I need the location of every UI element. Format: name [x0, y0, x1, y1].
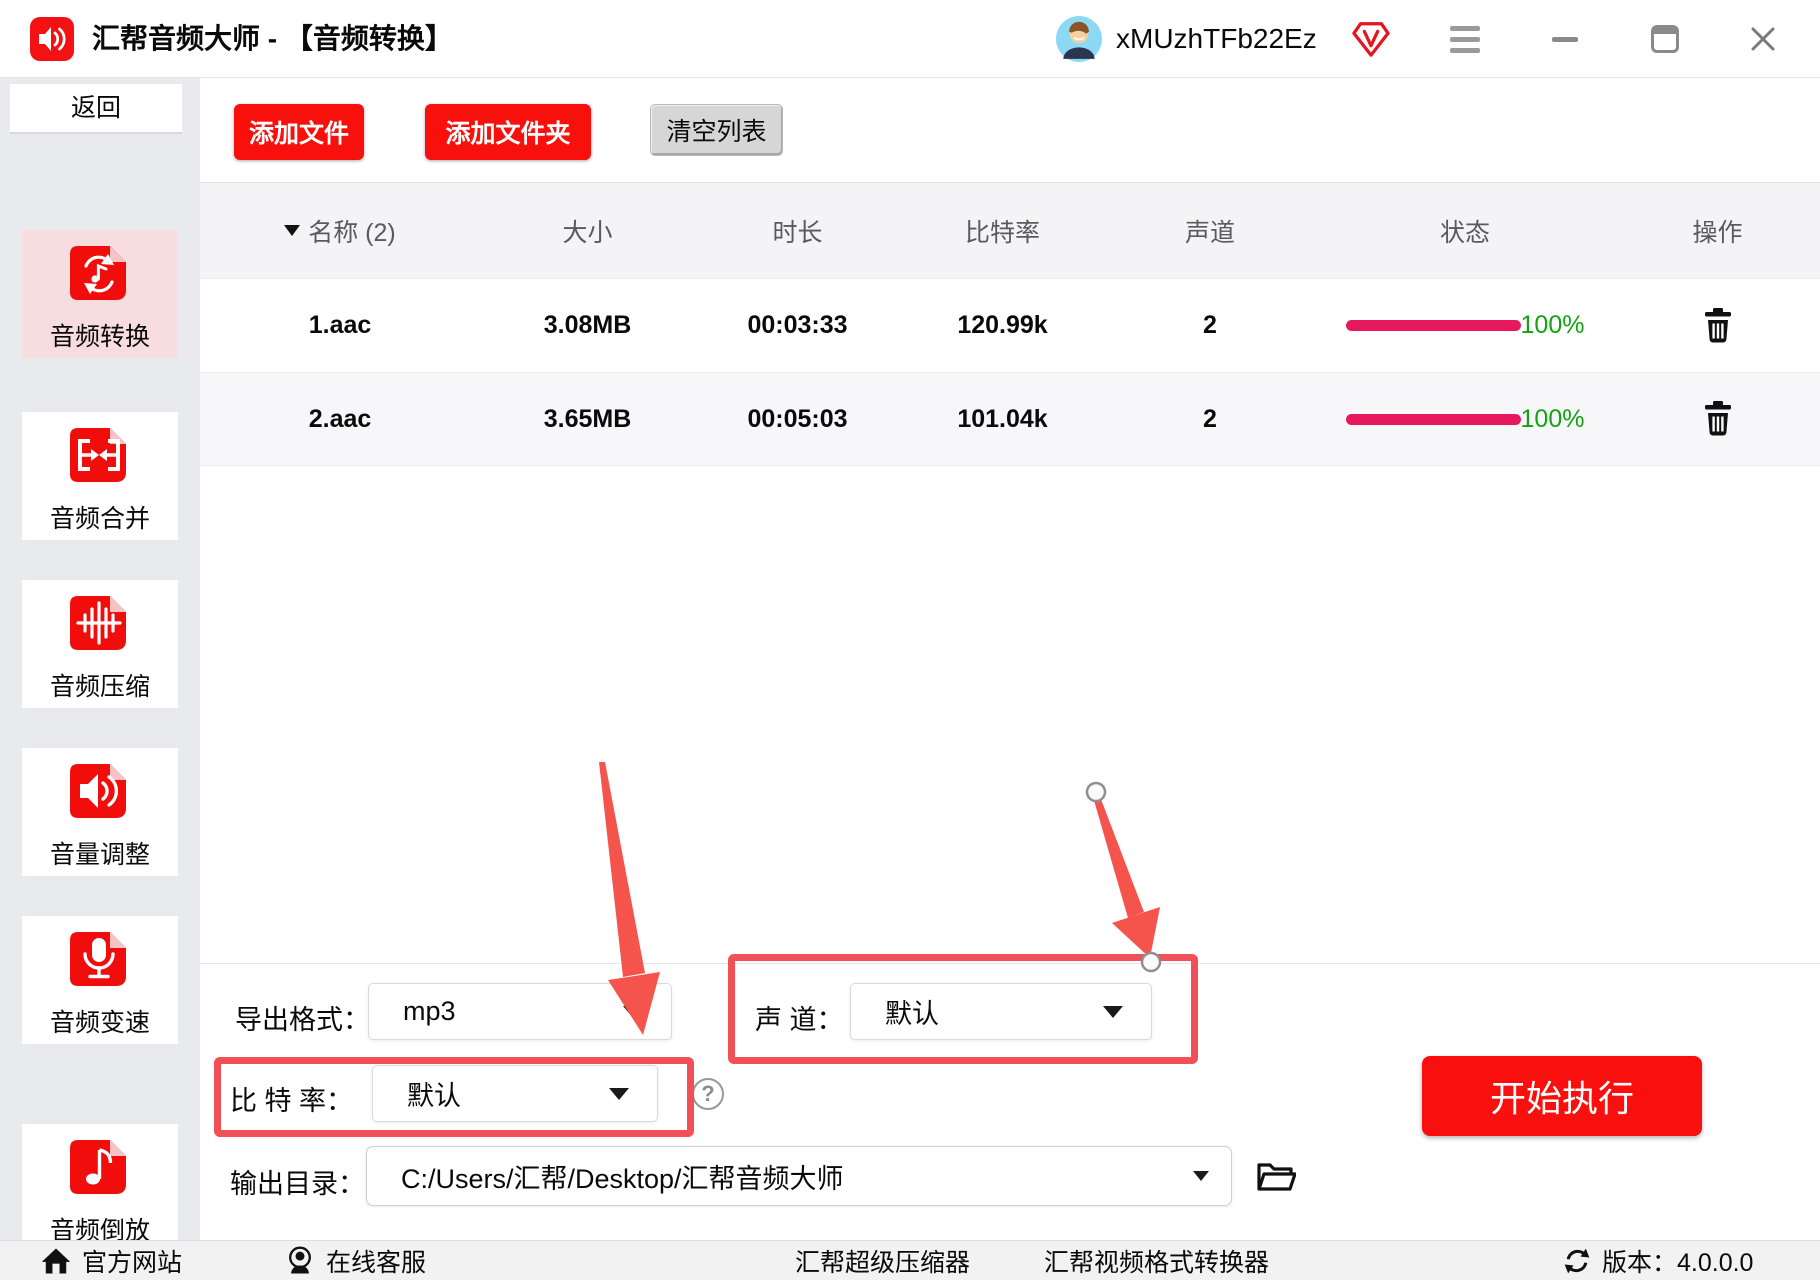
- cell-status: 100%: [1315, 311, 1615, 340]
- title-bar: 汇帮音频大师 - 【音频转换】 xMUzhTFb22Ez: [0, 0, 1820, 78]
- audio-merge-icon: [68, 424, 132, 493]
- cell-duration: 00:05:03: [695, 405, 900, 434]
- menu-icon[interactable]: [1430, 0, 1500, 78]
- status-bar: 官方网站 在线客服 汇帮超级压缩器 汇帮视频格式转换器 版本：4.0.0.0: [0, 1240, 1820, 1280]
- cell-size: 3.08MB: [480, 311, 695, 340]
- cell-channels: 2: [1105, 405, 1315, 434]
- column-header-actions: 操作: [1615, 213, 1820, 249]
- home-icon: [40, 1245, 72, 1277]
- sort-desc-icon: [284, 225, 300, 236]
- cell-status: 100%: [1315, 405, 1615, 434]
- column-header-status: 状态: [1315, 213, 1615, 249]
- sidebar-item-volume-adjust[interactable]: 音量调整: [22, 748, 178, 876]
- vip-badge-icon[interactable]: [1352, 20, 1390, 58]
- app-window: 汇帮音频大师 - 【音频转换】 xMUzhTFb22Ez: [0, 0, 1820, 1280]
- update-refresh-icon: [1562, 1246, 1592, 1276]
- output-dir-label: 输出目录：: [230, 1162, 365, 1201]
- table-header: 名称 (2) 大小 时长 比特率 声道 状态 操作: [200, 182, 1820, 278]
- export-format-value: mp3: [369, 996, 623, 1027]
- maximize-button[interactable]: [1630, 0, 1700, 78]
- username[interactable]: xMUzhTFb22Ez: [1116, 0, 1317, 78]
- chevron-down-icon: [1103, 1006, 1123, 1018]
- output-dir-value: C:/Users/汇帮/Desktop/汇帮音频大师: [367, 1157, 1193, 1196]
- sidebar-item-label: 音频变速: [50, 1003, 150, 1039]
- delete-row-icon[interactable]: [1700, 399, 1736, 439]
- export-format-label: 导出格式：: [235, 998, 370, 1037]
- chevron-down-icon: [609, 1088, 629, 1100]
- sidebar-item-label: 音频压缩: [50, 667, 150, 703]
- progress-bar: [1346, 414, 1521, 425]
- cell-duration: 00:03:33: [695, 311, 900, 340]
- sidebar-item-audio-reverse[interactable]: 音频倒放: [22, 1124, 178, 1252]
- close-button[interactable]: [1728, 0, 1798, 78]
- channel-label: 声 道：: [755, 998, 844, 1037]
- sidebar: 返回 音频转换: [0, 78, 200, 1240]
- table-row[interactable]: 2.aac 3.65MB 00:05:03 101.04k 2 100%: [200, 372, 1820, 466]
- support-agent-icon: [284, 1245, 316, 1277]
- browse-folder-icon[interactable]: [1254, 1156, 1296, 1201]
- chevron-down-icon: [1193, 1171, 1209, 1181]
- settings-divider: [200, 963, 1820, 964]
- progress-percent: 100%: [1521, 405, 1585, 434]
- online-support-link[interactable]: 在线客服: [284, 1241, 426, 1280]
- cell-name: 1.aac: [200, 311, 480, 340]
- user-avatar[interactable]: [1056, 16, 1102, 62]
- sidebar-item-label: 音频转换: [50, 317, 150, 353]
- sidebar-item-audio-convert[interactable]: 音频转换: [22, 230, 178, 358]
- chevron-down-icon: [623, 1006, 643, 1018]
- video-converter-link[interactable]: 汇帮视频格式转换器: [1044, 1241, 1269, 1280]
- audio-speed-icon: [68, 928, 132, 997]
- back-button[interactable]: 返回: [10, 84, 182, 134]
- column-header-size: 大小: [480, 213, 695, 249]
- table-row[interactable]: 1.aac 3.08MB 00:03:33 120.99k 2 100%: [200, 278, 1820, 372]
- sidebar-item-audio-compress[interactable]: 音频压缩: [22, 580, 178, 708]
- sidebar-item-label: 音量调整: [50, 835, 150, 871]
- sidebar-item-label: 音频合并: [50, 499, 150, 535]
- progress-bar: [1346, 320, 1521, 331]
- column-header-channels: 声道: [1105, 213, 1315, 249]
- cell-actions: [1615, 399, 1820, 439]
- cell-actions: [1615, 306, 1820, 346]
- sidebar-item-audio-merge[interactable]: 音频合并: [22, 412, 178, 540]
- official-site-link[interactable]: 官方网站: [40, 1241, 182, 1280]
- compressor-link[interactable]: 汇帮超级压缩器: [795, 1241, 970, 1280]
- channel-value: 默认: [851, 992, 1103, 1031]
- channel-dropdown[interactable]: 默认: [850, 983, 1152, 1040]
- clear-list-button[interactable]: 清空列表: [650, 104, 783, 156]
- volume-adjust-icon: [68, 760, 132, 829]
- bitrate-value: 默认: [373, 1074, 609, 1113]
- progress-percent: 100%: [1521, 311, 1585, 340]
- cell-bitrate: 120.99k: [900, 311, 1105, 340]
- sidebar-item-audio-speed[interactable]: 音频变速: [22, 916, 178, 1044]
- column-header-name[interactable]: 名称 (2): [200, 213, 480, 249]
- export-format-dropdown[interactable]: mp3: [368, 983, 672, 1040]
- minimize-button[interactable]: [1530, 0, 1600, 78]
- output-dir-dropdown[interactable]: C:/Users/汇帮/Desktop/汇帮音频大师: [366, 1146, 1232, 1206]
- cell-size: 3.65MB: [480, 405, 695, 434]
- column-header-duration: 时长: [695, 213, 900, 249]
- app-logo-icon: [30, 17, 74, 61]
- delete-row-icon[interactable]: [1700, 306, 1736, 346]
- column-header-bitrate: 比特率: [900, 213, 1105, 249]
- version-info[interactable]: 版本：4.0.0.0: [1562, 1241, 1753, 1280]
- add-file-button[interactable]: 添加文件: [234, 104, 364, 160]
- add-folder-button[interactable]: 添加文件夹: [425, 104, 591, 160]
- app-title: 汇帮音频大师 - 【音频转换】: [92, 0, 453, 78]
- cell-channels: 2: [1105, 311, 1315, 340]
- start-button[interactable]: 开始执行: [1422, 1056, 1702, 1136]
- bitrate-label: 比 特 率：: [230, 1079, 353, 1118]
- audio-convert-icon: [68, 242, 132, 311]
- cell-name: 2.aac: [200, 405, 480, 434]
- bitrate-dropdown[interactable]: 默认: [372, 1065, 658, 1122]
- cell-bitrate: 101.04k: [900, 405, 1105, 434]
- help-icon[interactable]: ?: [692, 1078, 724, 1110]
- audio-reverse-icon: [68, 1136, 132, 1205]
- audio-compress-icon: [68, 592, 132, 661]
